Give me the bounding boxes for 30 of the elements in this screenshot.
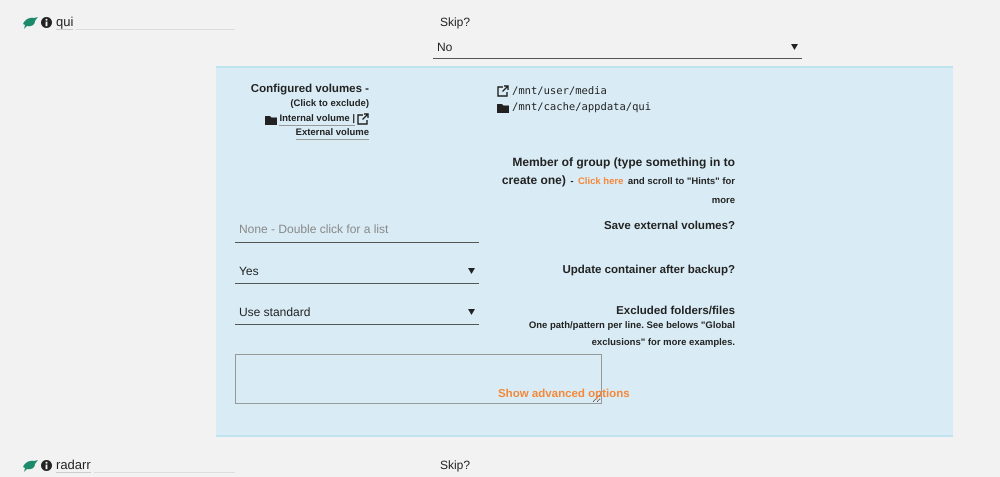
skip-label: Skip?: [440, 14, 472, 30]
volume-path[interactable]: /mnt/user/media: [512, 85, 607, 97]
field-note: One path/pattern per line. See belows "Global exclusions" for more examples.: [528, 319, 735, 350]
caret-down-icon: [791, 44, 798, 50]
group-input-field[interactable]: None - Double click for a list: [235, 215, 479, 243]
folder-icon: [497, 102, 509, 112]
volume-path[interactable]: /mnt/cache/appdata/qui: [512, 101, 652, 113]
field-label: Save external volumes?: [602, 220, 735, 232]
internal-volume-legend: Internal volume |: [279, 112, 355, 126]
bird-icon: [22, 16, 38, 28]
container-name-link[interactable]: qui: [56, 14, 74, 30]
volumes-label: Configured volumes -: [250, 83, 369, 95]
external-volume-legend: External volume: [296, 126, 369, 140]
field-label: Excluded folders/files: [615, 305, 735, 317]
caret-down-icon: [468, 309, 475, 315]
external-link-icon: [357, 113, 369, 125]
caret-down-icon: [468, 268, 475, 274]
container-name-link[interactable]: radarr: [56, 457, 91, 473]
skip-label: Skip?: [440, 457, 470, 473]
option-select[interactable]: Use standard: [235, 300, 479, 325]
bird-icon: [22, 458, 38, 472]
folder-icon: [265, 114, 278, 124]
external-link-icon: [497, 85, 509, 97]
info-icon: [41, 16, 52, 28]
field-label: Update container after backup?: [561, 264, 735, 276]
option-select[interactable]: Yes: [235, 259, 479, 284]
volumes-hint: (Click to exclude): [289, 97, 369, 111]
info-icon: [41, 460, 52, 470]
group-label: Member of group (type something in to create one) - Click here and scroll to "Hints" for more: [500, 154, 735, 208]
skip-select[interactable]: No: [433, 36, 802, 59]
